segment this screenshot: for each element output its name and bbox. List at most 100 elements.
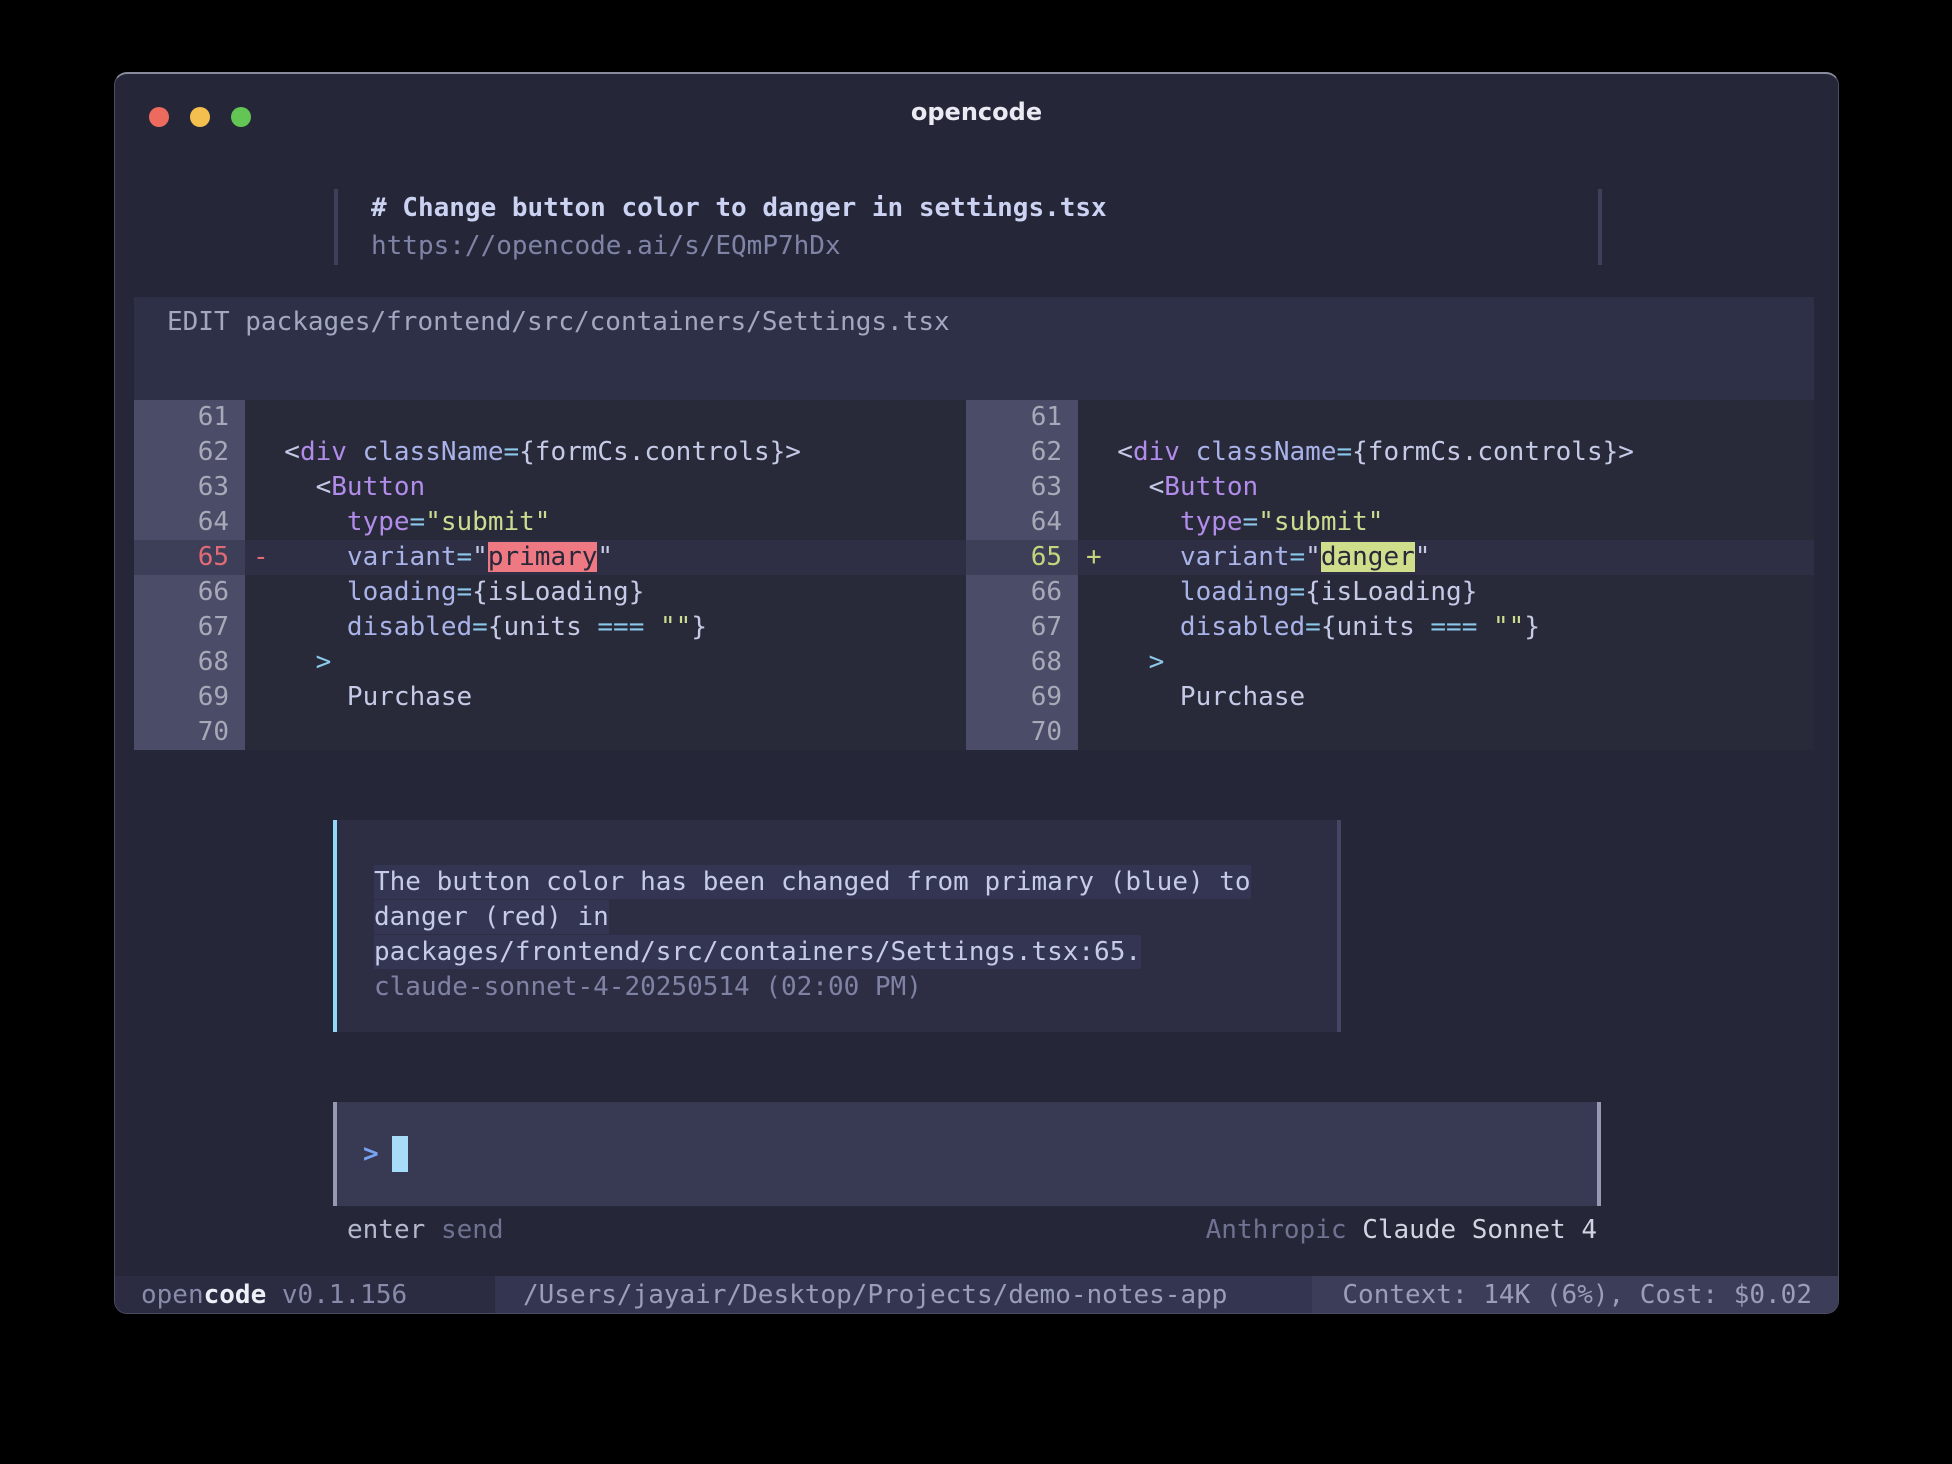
- model-name: Claude Sonnet 4: [1362, 1215, 1597, 1245]
- code-token: [1086, 647, 1149, 677]
- code-token: ===: [1430, 612, 1477, 642]
- code-token: loading: [347, 577, 457, 607]
- line-number: 62: [134, 435, 245, 470]
- code-token: "submit": [1258, 507, 1383, 537]
- line-number: 66: [134, 575, 245, 610]
- code-token: [1117, 542, 1180, 572]
- diff-gutter-old: 61626364656667686970: [134, 400, 245, 750]
- code-token: =: [1290, 577, 1306, 607]
- code-token: [1477, 612, 1493, 642]
- code-token: [1086, 577, 1180, 607]
- code-line: + variant="danger": [1078, 540, 1814, 575]
- code-token: disabled: [347, 612, 472, 642]
- code-token: =: [1336, 437, 1352, 467]
- opencode-window: opencode # Change button color to danger…: [114, 72, 1839, 1314]
- assistant-message: The button color has been changed from p…: [333, 820, 1341, 1032]
- text-cursor: [392, 1136, 408, 1172]
- code-line: >: [1078, 645, 1814, 680]
- assistant-message-line: The button color has been changed from p…: [374, 865, 1321, 900]
- line-number: 68: [966, 645, 1078, 680]
- code-line: - variant="primary": [245, 540, 966, 575]
- code-token: "": [660, 612, 691, 642]
- line-number: 65: [966, 540, 1078, 575]
- enter-key-label: enter: [347, 1215, 425, 1245]
- user-message-heading: # Change button color to danger in setti…: [371, 189, 1107, 227]
- app-name-suffix: code: [204, 1280, 267, 1310]
- assistant-message-text: packages/frontend/src/containers/Setting…: [374, 935, 1141, 969]
- prompt-area: >: [333, 1102, 1601, 1206]
- line-number: 63: [134, 470, 245, 505]
- code-token: +: [1086, 542, 1117, 572]
- code-token: Button: [331, 472, 425, 502]
- line-number: 70: [966, 715, 1078, 750]
- app-version-segment: opencode v0.1.156: [115, 1276, 495, 1313]
- code-token: =: [503, 437, 519, 467]
- send-action-text: send: [441, 1215, 504, 1245]
- line-number: 62: [966, 435, 1078, 470]
- code-token: {isLoading}: [472, 577, 644, 607]
- code-token: [1086, 507, 1180, 537]
- line-number: 66: [966, 575, 1078, 610]
- prompt-meta-row: enter send Anthropic Claude Sonnet 4: [337, 1214, 1597, 1246]
- code-token: [253, 647, 316, 677]
- line-number: 68: [134, 645, 245, 680]
- code-token: [284, 542, 347, 572]
- code-token: Purchase: [253, 682, 472, 712]
- code-line: >: [245, 645, 966, 680]
- status-bar: opencode v0.1.156 /Users/jayair/Desktop/…: [115, 1276, 1838, 1313]
- project-path: /Users/jayair/Desktop/Projects/demo-note…: [495, 1276, 1312, 1313]
- code-token: "": [1493, 612, 1524, 642]
- code-line: Purchase: [1078, 680, 1814, 715]
- prompt-input[interactable]: >: [337, 1102, 1597, 1206]
- line-number: 70: [134, 715, 245, 750]
- line-number: 65: [134, 540, 245, 575]
- send-hint: enter send: [337, 1215, 504, 1245]
- code-token: =: [1305, 612, 1321, 642]
- code-line: <Button: [245, 470, 966, 505]
- code-line: [1078, 715, 1814, 750]
- code-token: [1086, 612, 1180, 642]
- share-link[interactable]: https://opencode.ai/s/EQmP7hDx: [371, 227, 841, 265]
- line-number: 67: [966, 610, 1078, 645]
- context-cost-indicator: Context: 14K (6%), Cost: $0.02: [1312, 1276, 1838, 1313]
- line-number: 63: [966, 470, 1078, 505]
- code-token: primary: [488, 542, 598, 572]
- code-line: <Button: [1078, 470, 1814, 505]
- code-token: =: [1243, 507, 1259, 537]
- code-line: [245, 715, 966, 750]
- prompt-symbol: >: [363, 1136, 379, 1172]
- code-token: [253, 507, 347, 537]
- code-line: [1078, 400, 1814, 435]
- code-token: [347, 437, 363, 467]
- code-token: <: [253, 437, 300, 467]
- line-number: 61: [966, 400, 1078, 435]
- line-number: 64: [966, 505, 1078, 540]
- diff-view: 61626364656667686970 <div className={for…: [134, 400, 1814, 750]
- assistant-message-text: danger (red) in: [374, 900, 609, 934]
- code-token: -: [253, 542, 284, 572]
- message-border-right: [1598, 189, 1602, 265]
- message-border-left: [334, 189, 338, 265]
- code-token: =: [410, 507, 426, 537]
- code-token: variant: [347, 542, 457, 572]
- assistant-message-line: packages/frontend/src/containers/Setting…: [374, 935, 1321, 970]
- code-token: {isLoading}: [1305, 577, 1477, 607]
- code-line: Purchase: [245, 680, 966, 715]
- app-name-prefix: open: [141, 1280, 204, 1310]
- code-token: ===: [597, 612, 644, 642]
- code-token: ": [597, 542, 613, 572]
- line-number: 69: [134, 680, 245, 715]
- diff-gutter-new: 61626364656667686970: [966, 400, 1078, 750]
- code-line: loading={isLoading}: [1078, 575, 1814, 610]
- assistant-message-line: danger (red) in: [374, 900, 1321, 935]
- line-number: 61: [134, 400, 245, 435]
- code-token: }: [1524, 612, 1540, 642]
- code-token: [253, 612, 347, 642]
- line-number: 64: [134, 505, 245, 540]
- code-line: disabled={units === ""}: [1078, 610, 1814, 645]
- window-title: opencode: [115, 98, 1838, 126]
- code-token: div: [1133, 437, 1180, 467]
- code-token: >: [1149, 647, 1165, 677]
- assistant-message-body: The button color has been changed from p…: [374, 865, 1321, 1005]
- assistant-message-line: claude-sonnet-4-20250514 (02:00 PM): [374, 970, 1321, 1005]
